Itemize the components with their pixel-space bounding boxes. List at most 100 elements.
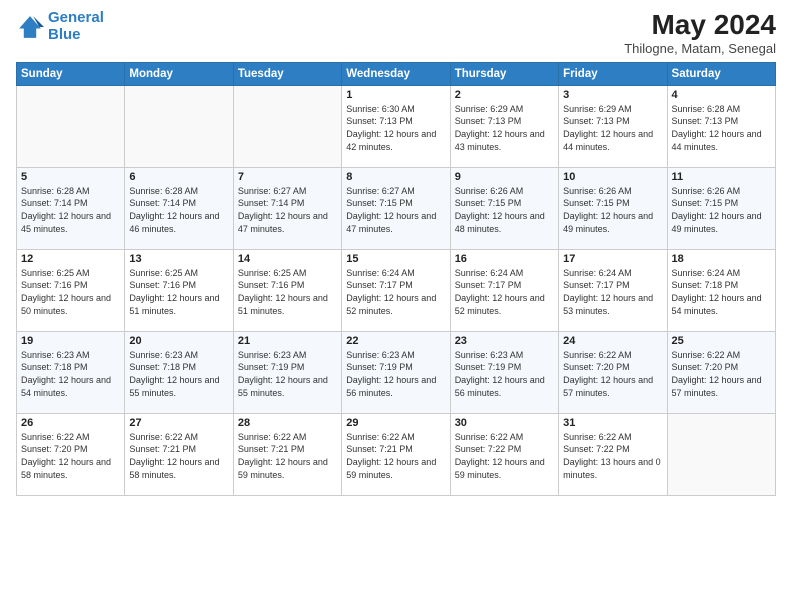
day-number: 21 bbox=[238, 335, 337, 347]
day-info: Sunrise: 6:22 AM Sunset: 7:21 PM Dayligh… bbox=[238, 431, 337, 481]
day-number: 31 bbox=[563, 417, 662, 429]
calendar-cell: 9 Sunrise: 6:26 AM Sunset: 7:15 PM Daylig… bbox=[450, 167, 558, 249]
day-number: 6 bbox=[129, 171, 228, 183]
day-info: Sunrise: 6:28 AM Sunset: 7:14 PM Dayligh… bbox=[129, 185, 228, 235]
day-number: 26 bbox=[21, 417, 120, 429]
day-number: 17 bbox=[563, 253, 662, 265]
calendar-header-row: SundayMondayTuesdayWednesdayThursdayFrid… bbox=[17, 62, 776, 85]
day-number: 10 bbox=[563, 171, 662, 183]
logo-blue: Blue bbox=[48, 26, 81, 43]
calendar-cell: 15 Sunrise: 6:24 AM Sunset: 7:17 PM Dayli… bbox=[342, 249, 450, 331]
calendar-cell: 29Sunrise: 6:22 AM Sunset: 7:21 PM Dayli… bbox=[342, 413, 450, 495]
logo-general: General bbox=[48, 9, 104, 26]
logo: General Blue bbox=[16, 10, 104, 43]
calendar-cell: 13 Sunrise: 6:25 AM Sunset: 7:16 PM Dayli… bbox=[125, 249, 233, 331]
day-header-thursday: Thursday bbox=[450, 62, 558, 85]
month-title: May 2024 bbox=[624, 10, 776, 41]
calendar-cell: 10 Sunrise: 6:26 AM Sunset: 7:15 PM Dayli… bbox=[559, 167, 667, 249]
calendar-cell: 2 Sunrise: 6:29 AM Sunset: 7:13 PM Daylig… bbox=[450, 85, 558, 167]
day-number: 1 bbox=[346, 89, 445, 101]
calendar-cell: 5 Sunrise: 6:28 AM Sunset: 7:14 PM Daylig… bbox=[17, 167, 125, 249]
day-number: 30 bbox=[455, 417, 554, 429]
calendar-cell: 28Sunrise: 6:22 AM Sunset: 7:21 PM Dayli… bbox=[233, 413, 341, 495]
day-number: 12 bbox=[21, 253, 120, 265]
calendar-cell bbox=[233, 85, 341, 167]
week-row-2: 5 Sunrise: 6:28 AM Sunset: 7:14 PM Daylig… bbox=[17, 167, 776, 249]
calendar-cell: 16 Sunrise: 6:24 AM Sunset: 7:17 PM Dayli… bbox=[450, 249, 558, 331]
calendar-cell: 26 Sunrise: 6:22 AM Sunset: 7:20 PM Dayli… bbox=[17, 413, 125, 495]
calendar-cell: 8 Sunrise: 6:27 AM Sunset: 7:15 PM Daylig… bbox=[342, 167, 450, 249]
calendar: SundayMondayTuesdayWednesdayThursdayFrid… bbox=[16, 62, 776, 496]
logo-text: General Blue bbox=[48, 10, 104, 43]
day-number: 8 bbox=[346, 171, 445, 183]
calendar-cell: 4 Sunrise: 6:28 AM Sunset: 7:13 PM Daylig… bbox=[667, 85, 775, 167]
day-number: 18 bbox=[672, 253, 771, 265]
day-number: 9 bbox=[455, 171, 554, 183]
day-info: Sunrise: 6:25 AM Sunset: 7:16 PM Dayligh… bbox=[129, 267, 228, 317]
day-number: 15 bbox=[346, 253, 445, 265]
location: Thilogne, Matam, Senegal bbox=[624, 41, 776, 56]
calendar-cell: 17 Sunrise: 6:24 AM Sunset: 7:17 PM Dayli… bbox=[559, 249, 667, 331]
logo-icon bbox=[16, 13, 44, 41]
day-info: Sunrise: 6:28 AM Sunset: 7:13 PM Dayligh… bbox=[672, 103, 771, 153]
day-info: Sunrise: 6:22 AM Sunset: 7:20 PM Dayligh… bbox=[21, 431, 120, 481]
day-info: Sunrise: 6:26 AM Sunset: 7:15 PM Dayligh… bbox=[672, 185, 771, 235]
day-number: 29 bbox=[346, 417, 445, 429]
day-info: Sunrise: 6:28 AM Sunset: 7:14 PM Dayligh… bbox=[21, 185, 120, 235]
day-info: Sunrise: 6:27 AM Sunset: 7:14 PM Dayligh… bbox=[238, 185, 337, 235]
day-number: 23 bbox=[455, 335, 554, 347]
calendar-cell: 11Sunrise: 6:26 AM Sunset: 7:15 PM Dayli… bbox=[667, 167, 775, 249]
day-info: Sunrise: 6:26 AM Sunset: 7:15 PM Dayligh… bbox=[563, 185, 662, 235]
calendar-cell bbox=[667, 413, 775, 495]
page: General Blue May 2024 Thilogne, Matam, S… bbox=[0, 0, 792, 612]
day-info: Sunrise: 6:25 AM Sunset: 7:16 PM Dayligh… bbox=[21, 267, 120, 317]
calendar-cell: 21 Sunrise: 6:23 AM Sunset: 7:19 PM Dayli… bbox=[233, 331, 341, 413]
calendar-cell: 3 Sunrise: 6:29 AM Sunset: 7:13 PM Daylig… bbox=[559, 85, 667, 167]
week-row-1: 1Sunrise: 6:30 AM Sunset: 7:13 PM Daylig… bbox=[17, 85, 776, 167]
calendar-cell: 18 Sunrise: 6:24 AM Sunset: 7:18 PM Dayli… bbox=[667, 249, 775, 331]
calendar-cell: 1Sunrise: 6:30 AM Sunset: 7:13 PM Daylig… bbox=[342, 85, 450, 167]
calendar-cell: 12 Sunrise: 6:25 AM Sunset: 7:16 PM Dayli… bbox=[17, 249, 125, 331]
day-number: 16 bbox=[455, 253, 554, 265]
day-info: Sunrise: 6:27 AM Sunset: 7:15 PM Dayligh… bbox=[346, 185, 445, 235]
calendar-cell: 7 Sunrise: 6:27 AM Sunset: 7:14 PM Daylig… bbox=[233, 167, 341, 249]
day-info: Sunrise: 6:25 AM Sunset: 7:16 PM Dayligh… bbox=[238, 267, 337, 317]
day-header-wednesday: Wednesday bbox=[342, 62, 450, 85]
day-info: Sunrise: 6:29 AM Sunset: 7:13 PM Dayligh… bbox=[563, 103, 662, 153]
day-number: 13 bbox=[129, 253, 228, 265]
day-number: 3 bbox=[563, 89, 662, 101]
day-info: Sunrise: 6:22 AM Sunset: 7:22 PM Dayligh… bbox=[455, 431, 554, 481]
calendar-cell: 23Sunrise: 6:23 AM Sunset: 7:19 PM Dayli… bbox=[450, 331, 558, 413]
day-number: 22 bbox=[346, 335, 445, 347]
day-info: Sunrise: 6:23 AM Sunset: 7:19 PM Dayligh… bbox=[346, 349, 445, 399]
calendar-cell: 30 Sunrise: 6:22 AM Sunset: 7:22 PM Dayli… bbox=[450, 413, 558, 495]
week-row-4: 19Sunrise: 6:23 AM Sunset: 7:18 PM Dayli… bbox=[17, 331, 776, 413]
day-info: Sunrise: 6:29 AM Sunset: 7:13 PM Dayligh… bbox=[455, 103, 554, 153]
calendar-cell: 20Sunrise: 6:23 AM Sunset: 7:18 PM Dayli… bbox=[125, 331, 233, 413]
day-info: Sunrise: 6:26 AM Sunset: 7:15 PM Dayligh… bbox=[455, 185, 554, 235]
day-header-friday: Friday bbox=[559, 62, 667, 85]
day-number: 5 bbox=[21, 171, 120, 183]
day-info: Sunrise: 6:23 AM Sunset: 7:19 PM Dayligh… bbox=[238, 349, 337, 399]
day-info: Sunrise: 6:22 AM Sunset: 7:20 PM Dayligh… bbox=[672, 349, 771, 399]
day-number: 4 bbox=[672, 89, 771, 101]
day-info: Sunrise: 6:24 AM Sunset: 7:18 PM Dayligh… bbox=[672, 267, 771, 317]
day-info: Sunrise: 6:24 AM Sunset: 7:17 PM Dayligh… bbox=[455, 267, 554, 317]
day-info: Sunrise: 6:22 AM Sunset: 7:22 PM Dayligh… bbox=[563, 431, 662, 481]
calendar-cell: 24Sunrise: 6:22 AM Sunset: 7:20 PM Dayli… bbox=[559, 331, 667, 413]
day-header-sunday: Sunday bbox=[17, 62, 125, 85]
day-info: Sunrise: 6:22 AM Sunset: 7:20 PM Dayligh… bbox=[563, 349, 662, 399]
day-number: 14 bbox=[238, 253, 337, 265]
calendar-cell bbox=[125, 85, 233, 167]
day-info: Sunrise: 6:23 AM Sunset: 7:18 PM Dayligh… bbox=[21, 349, 120, 399]
title-area: May 2024 Thilogne, Matam, Senegal bbox=[624, 10, 776, 56]
day-header-tuesday: Tuesday bbox=[233, 62, 341, 85]
day-number: 2 bbox=[455, 89, 554, 101]
day-info: Sunrise: 6:22 AM Sunset: 7:21 PM Dayligh… bbox=[129, 431, 228, 481]
day-info: Sunrise: 6:24 AM Sunset: 7:17 PM Dayligh… bbox=[563, 267, 662, 317]
calendar-cell: 27Sunrise: 6:22 AM Sunset: 7:21 PM Dayli… bbox=[125, 413, 233, 495]
day-info: Sunrise: 6:24 AM Sunset: 7:17 PM Dayligh… bbox=[346, 267, 445, 317]
header: General Blue May 2024 Thilogne, Matam, S… bbox=[16, 10, 776, 56]
calendar-cell: 25Sunrise: 6:22 AM Sunset: 7:20 PM Dayli… bbox=[667, 331, 775, 413]
day-number: 7 bbox=[238, 171, 337, 183]
